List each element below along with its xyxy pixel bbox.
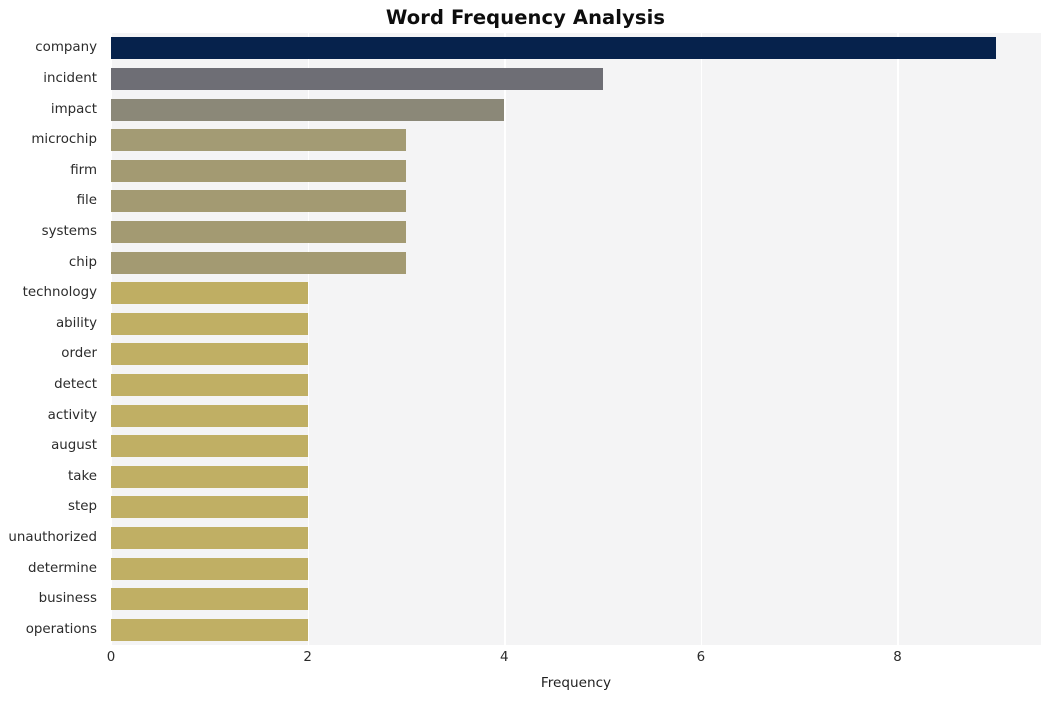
- y-axis-tick-labels: company incident impact microchip firm file sy…: [0, 33, 104, 645]
- bar-step: [111, 496, 308, 519]
- y-tick-label-determine: determine: [28, 560, 97, 576]
- y-tick-label-technology: technology: [22, 285, 97, 301]
- y-tick-label-microchip: microchip: [31, 132, 97, 148]
- bar-technology: [111, 282, 308, 305]
- y-tick-label-company: company: [35, 40, 97, 56]
- y-tick-label-activity: activity: [47, 407, 97, 423]
- y-tick-label-unauthorized: unauthorized: [8, 529, 97, 545]
- bar-operations: [111, 618, 308, 641]
- y-tick-label-systems: systems: [41, 223, 97, 239]
- bar-order: [111, 343, 308, 366]
- y-tick-label-august: august: [51, 438, 97, 454]
- bar-take: [111, 465, 308, 488]
- y-tick-label-chip: chip: [68, 254, 97, 270]
- y-tick-label-take: take: [68, 468, 97, 484]
- gridline-x-6: [700, 33, 703, 645]
- y-tick-label-file: file: [76, 193, 97, 209]
- y-tick-label-firm: firm: [70, 162, 97, 178]
- bar-systems: [111, 220, 406, 243]
- y-tick-label-incident: incident: [43, 70, 97, 86]
- bar-determine: [111, 557, 308, 580]
- gridline-x-2: [307, 33, 309, 645]
- x-axis-tick-labels: 0 2 4 6 8: [0, 650, 1051, 672]
- chart-figure: Word Frequency Analysis company incident i…: [0, 0, 1051, 701]
- bar-august: [111, 435, 308, 458]
- x-tick-label-6: 6: [696, 650, 706, 665]
- chart-title: Word Frequency Analysis: [385, 6, 666, 29]
- bar-company: [111, 37, 996, 60]
- gridline-x-8: [897, 33, 899, 645]
- y-tick-label-ability: ability: [55, 315, 97, 331]
- y-tick-label-step: step: [68, 499, 97, 515]
- x-tick-label-4: 4: [499, 650, 509, 665]
- bar-microchip: [111, 129, 406, 152]
- plot-area: [111, 33, 1041, 645]
- bar-activity: [111, 404, 308, 427]
- bar-chip: [111, 251, 406, 274]
- y-tick-label-impact: impact: [50, 101, 97, 117]
- bar-incident: [111, 67, 603, 90]
- gridline-x-4: [504, 33, 506, 645]
- bar-impact: [111, 98, 505, 121]
- x-axis-title: Frequency: [540, 675, 612, 691]
- bar-detect: [111, 373, 308, 396]
- y-tick-label-operations: operations: [25, 621, 97, 637]
- x-tick-label-8: 8: [893, 650, 902, 665]
- bar-business: [111, 588, 308, 611]
- bar-ability: [111, 312, 308, 335]
- y-tick-label-order: order: [61, 346, 97, 362]
- bar-firm: [111, 159, 406, 182]
- x-tick-label-0: 0: [106, 650, 116, 665]
- gridline-x-0: [111, 33, 113, 645]
- y-tick-label-detect: detect: [54, 376, 97, 392]
- bar-file: [111, 190, 406, 213]
- x-tick-label-2: 2: [303, 650, 312, 665]
- y-tick-label-business: business: [38, 591, 97, 607]
- bar-unauthorized: [111, 526, 308, 549]
